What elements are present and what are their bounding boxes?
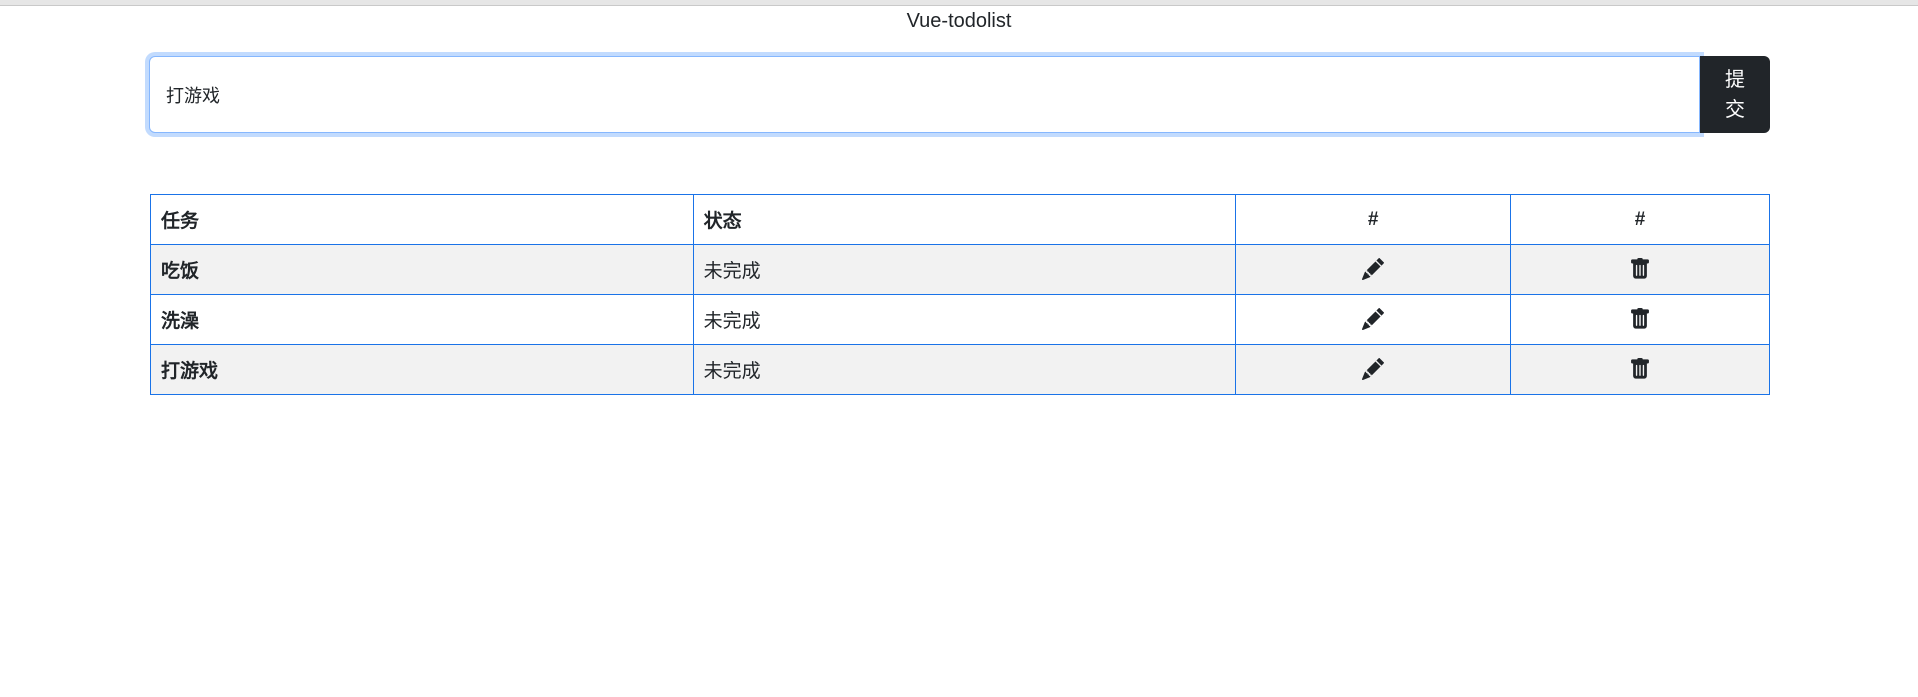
header-status: 状态	[692, 194, 1237, 245]
todo-table: 任务 状态 # # 吃饭 未完成 洗澡 未完成 打游戏 未完成	[150, 194, 1770, 395]
status-cell: 未完成	[692, 294, 1237, 345]
header-task: 任务	[150, 194, 694, 245]
todo-input[interactable]	[149, 56, 1700, 133]
page-title: Vue-todolist	[906, 10, 1012, 32]
trash-icon[interactable]	[1628, 257, 1652, 282]
trash-icon[interactable]	[1628, 307, 1652, 332]
trash-icon[interactable]	[1628, 357, 1652, 382]
submit-button[interactable]: 提交	[1700, 56, 1770, 133]
pencil-icon[interactable]	[1361, 307, 1385, 332]
table-row: 吃饭 未完成	[150, 244, 1770, 295]
edit-cell	[1235, 294, 1512, 345]
header-edit: #	[1235, 194, 1512, 245]
table-row: 洗澡 未完成	[150, 294, 1770, 345]
task-cell: 洗澡	[150, 294, 694, 345]
edit-cell	[1235, 344, 1512, 395]
status-cell: 未完成	[692, 344, 1237, 395]
delete-cell	[1510, 344, 1770, 395]
delete-cell	[1510, 294, 1770, 345]
task-cell: 吃饭	[150, 244, 694, 295]
pencil-icon[interactable]	[1361, 257, 1385, 282]
task-cell: 打游戏	[150, 344, 694, 395]
pencil-icon[interactable]	[1361, 357, 1385, 382]
table-header-row: 任务 状态 # #	[150, 194, 1770, 245]
header-delete: #	[1510, 194, 1770, 245]
browser-top-edge	[0, 0, 1918, 6]
delete-cell	[1510, 244, 1770, 295]
add-todo-form: 提交	[149, 56, 1770, 133]
table-row: 打游戏 未完成	[150, 344, 1770, 395]
status-cell: 未完成	[692, 244, 1237, 295]
edit-cell	[1235, 244, 1512, 295]
